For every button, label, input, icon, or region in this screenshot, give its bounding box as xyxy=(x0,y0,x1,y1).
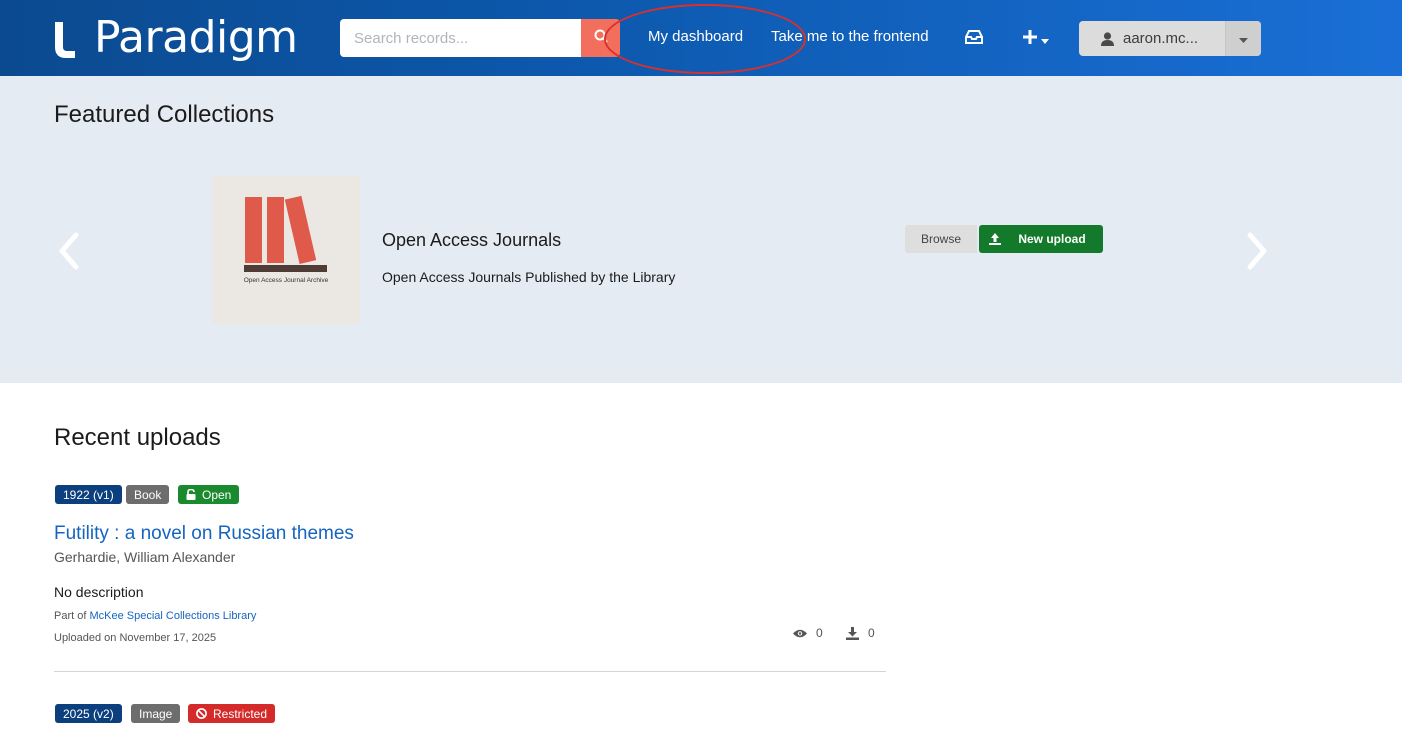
books-icon xyxy=(244,195,327,272)
eye-icon xyxy=(793,629,816,638)
caret-down-icon xyxy=(1041,31,1049,49)
downloads-count: 0 xyxy=(868,626,875,640)
user-menu-toggle[interactable] xyxy=(1225,21,1261,56)
part-of-prefix: Part of xyxy=(54,610,87,622)
list-divider xyxy=(54,671,886,672)
add-menu[interactable] xyxy=(1023,30,1049,49)
inbox-icon[interactable] xyxy=(965,30,983,49)
collection-thumbnail[interactable]: Open Access Journal Archive xyxy=(212,176,360,324)
record-title-link[interactable]: Futility : a novel on Russian themes xyxy=(54,523,354,545)
access-badge-restricted: Restricted xyxy=(188,704,276,723)
version-badge: 1922 (v1) xyxy=(55,485,122,504)
top-navbar: Paradigm My dashboard Take me to the fro… xyxy=(0,0,1402,76)
collection-title[interactable]: Open Access Journals xyxy=(382,230,561,251)
chevron-down-icon xyxy=(1239,30,1248,48)
new-upload-button[interactable]: New upload xyxy=(979,225,1103,253)
ban-icon xyxy=(196,708,213,719)
brand-logo[interactable]: Paradigm xyxy=(54,12,298,64)
carousel-next-icon[interactable] xyxy=(1244,231,1270,276)
nav-frontend-link[interactable]: Take me to the frontend xyxy=(771,28,929,45)
unlock-icon xyxy=(186,489,202,500)
plus-icon xyxy=(1023,30,1037,49)
paradigm-logo-icon xyxy=(54,21,76,58)
record-description: No description xyxy=(54,584,144,600)
record-author: Gerhardie, William Alexander xyxy=(54,549,236,565)
downloads-stat: 0 xyxy=(846,626,875,640)
user-menu-button[interactable]: aaron.mc... xyxy=(1079,21,1261,56)
collection-link[interactable]: McKee Special Collections Library xyxy=(89,610,256,622)
search-icon xyxy=(594,29,608,48)
version-badge: 2025 (v2) xyxy=(55,704,122,723)
type-badge: Book xyxy=(126,485,170,504)
user-icon xyxy=(1101,31,1114,46)
views-stat: 0 xyxy=(793,626,823,640)
user-name-label: aaron.mc... xyxy=(1123,30,1199,47)
browse-button[interactable]: Browse xyxy=(905,225,977,253)
views-count: 0 xyxy=(816,626,823,640)
type-badge: Image xyxy=(131,704,181,723)
record-upload-date: Uploaded on November 17, 2025 xyxy=(54,632,217,644)
upload-icon xyxy=(979,233,1011,245)
featured-collections-section: Featured Collections Open Access Journal… xyxy=(0,76,1402,383)
nav-my-dashboard[interactable]: My dashboard xyxy=(648,28,743,45)
carousel-prev-icon[interactable] xyxy=(56,231,82,276)
user-menu-main: aaron.mc... xyxy=(1079,21,1225,56)
download-icon xyxy=(846,626,868,640)
recent-uploads-heading: Recent uploads xyxy=(54,424,221,451)
record-part-of: Part of McKee Special Collections Librar… xyxy=(54,610,256,622)
new-upload-label: New upload xyxy=(1018,232,1086,246)
access-label: Restricted xyxy=(213,706,268,721)
search-input[interactable] xyxy=(340,19,581,57)
thumbnail-caption: Open Access Journal Archive xyxy=(243,277,329,284)
featured-heading: Featured Collections xyxy=(54,101,275,128)
search-button[interactable] xyxy=(581,19,620,57)
search-bar xyxy=(340,19,620,57)
access-badge-open: Open xyxy=(178,485,240,504)
collection-description: Open Access Journals Published by the Li… xyxy=(382,269,676,285)
brand-name: Paradigm xyxy=(94,12,298,63)
access-label: Open xyxy=(202,487,232,502)
